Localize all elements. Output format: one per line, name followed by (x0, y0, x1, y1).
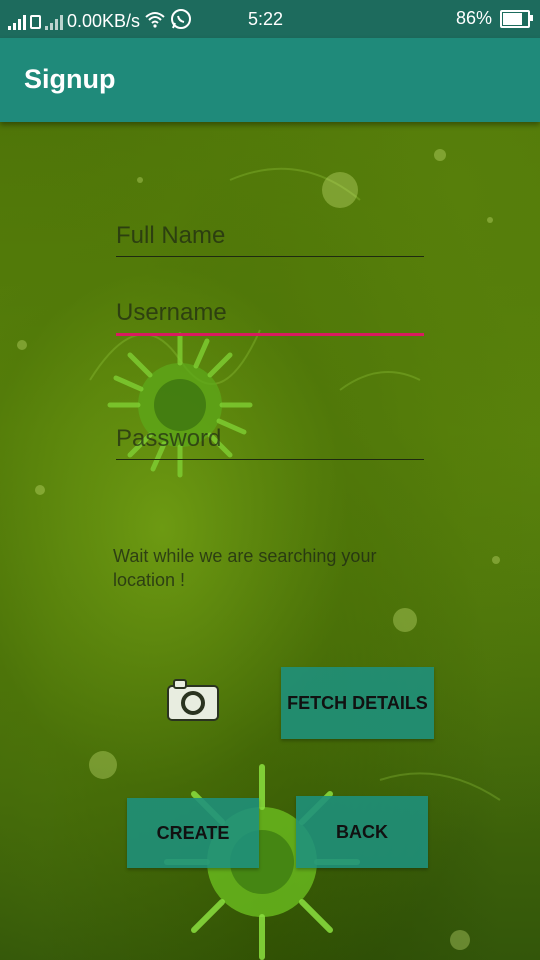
clock: 5:22 (248, 9, 284, 29)
status-bar: 0.00KB/s 5:22 86% (0, 0, 540, 38)
password-input[interactable] (116, 425, 424, 460)
battery-percent: 86% (455, 8, 492, 28)
fetch-details-button[interactable]: FETCH DETAILS (281, 667, 434, 739)
network-speed: 0.00KB/s (67, 11, 141, 31)
create-button[interactable]: CREATE (127, 798, 259, 868)
sim-icon (30, 14, 41, 29)
signal-strength-icon (8, 14, 26, 30)
full-name-field[interactable] (116, 222, 424, 257)
username-input[interactable] (116, 299, 424, 336)
signal-strength-2-icon (45, 14, 63, 30)
username-field[interactable] (116, 299, 424, 336)
camera-icon[interactable] (166, 678, 220, 722)
password-field[interactable] (116, 425, 424, 460)
app-bar: Signup (0, 38, 540, 122)
whatsapp-icon (170, 8, 192, 35)
status-bar-left: 0.00KB/s (8, 8, 192, 35)
location-status-text: Wait while we are searching your locatio… (113, 546, 377, 590)
battery-icon (500, 9, 533, 28)
status-bar-right: 86% (455, 8, 533, 29)
full-name-input[interactable] (116, 222, 424, 257)
page-title: Signup (24, 64, 116, 94)
wifi-icon (144, 10, 166, 33)
virus-background-image (0, 0, 540, 960)
back-button[interactable]: BACK (296, 796, 428, 868)
